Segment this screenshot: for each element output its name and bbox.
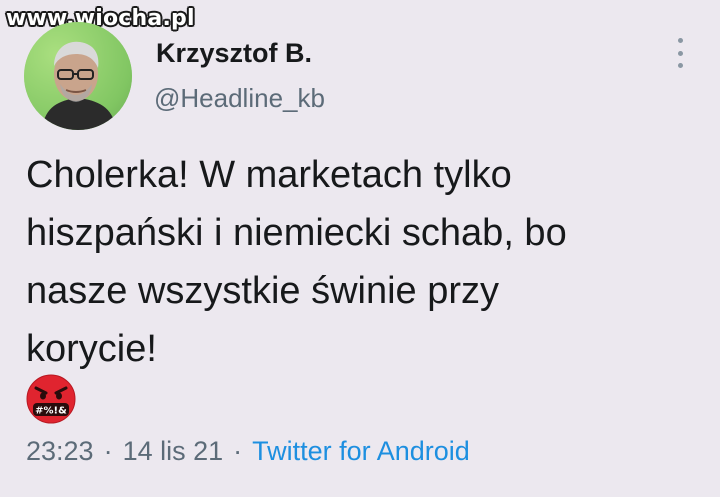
avatar-photo xyxy=(24,22,132,130)
tweet-text-line: hiszpański i niemiecki schab, bo xyxy=(26,212,567,254)
meta-separator: · xyxy=(103,436,113,466)
more-options-dot xyxy=(677,50,683,56)
more-options-dot xyxy=(677,38,683,43)
angry-symbols-emoji-icon: #%!& xyxy=(26,374,76,429)
tweet-date[interactable]: 14 lis 21 xyxy=(123,436,224,466)
tweet-text-line: nasze wszystkie świnie przy xyxy=(26,270,500,312)
tweet-text-line: korycie! xyxy=(26,328,157,370)
tweet-source-link[interactable]: Twitter for Android xyxy=(252,436,470,466)
avatar[interactable] xyxy=(24,22,132,130)
more-options-icon[interactable] xyxy=(670,38,690,68)
more-options-dot xyxy=(677,63,683,68)
emoji-symbols-label: #%!& xyxy=(35,406,67,417)
author-handle[interactable]: @Headline_kb xyxy=(154,83,325,114)
tweet-text-line: Cholerka! W marketach tylko xyxy=(26,154,512,196)
tweet-text: Cholerka! W marketach tylko hiszpański i… xyxy=(26,146,706,378)
meta-separator: · xyxy=(233,436,243,466)
tweet-time[interactable]: 23:23 xyxy=(26,436,94,466)
author-display-name[interactable]: Krzysztof B. xyxy=(156,38,312,69)
tweet-meta: 23:23 · 14 lis 21 · Twitter for Android xyxy=(26,436,470,467)
